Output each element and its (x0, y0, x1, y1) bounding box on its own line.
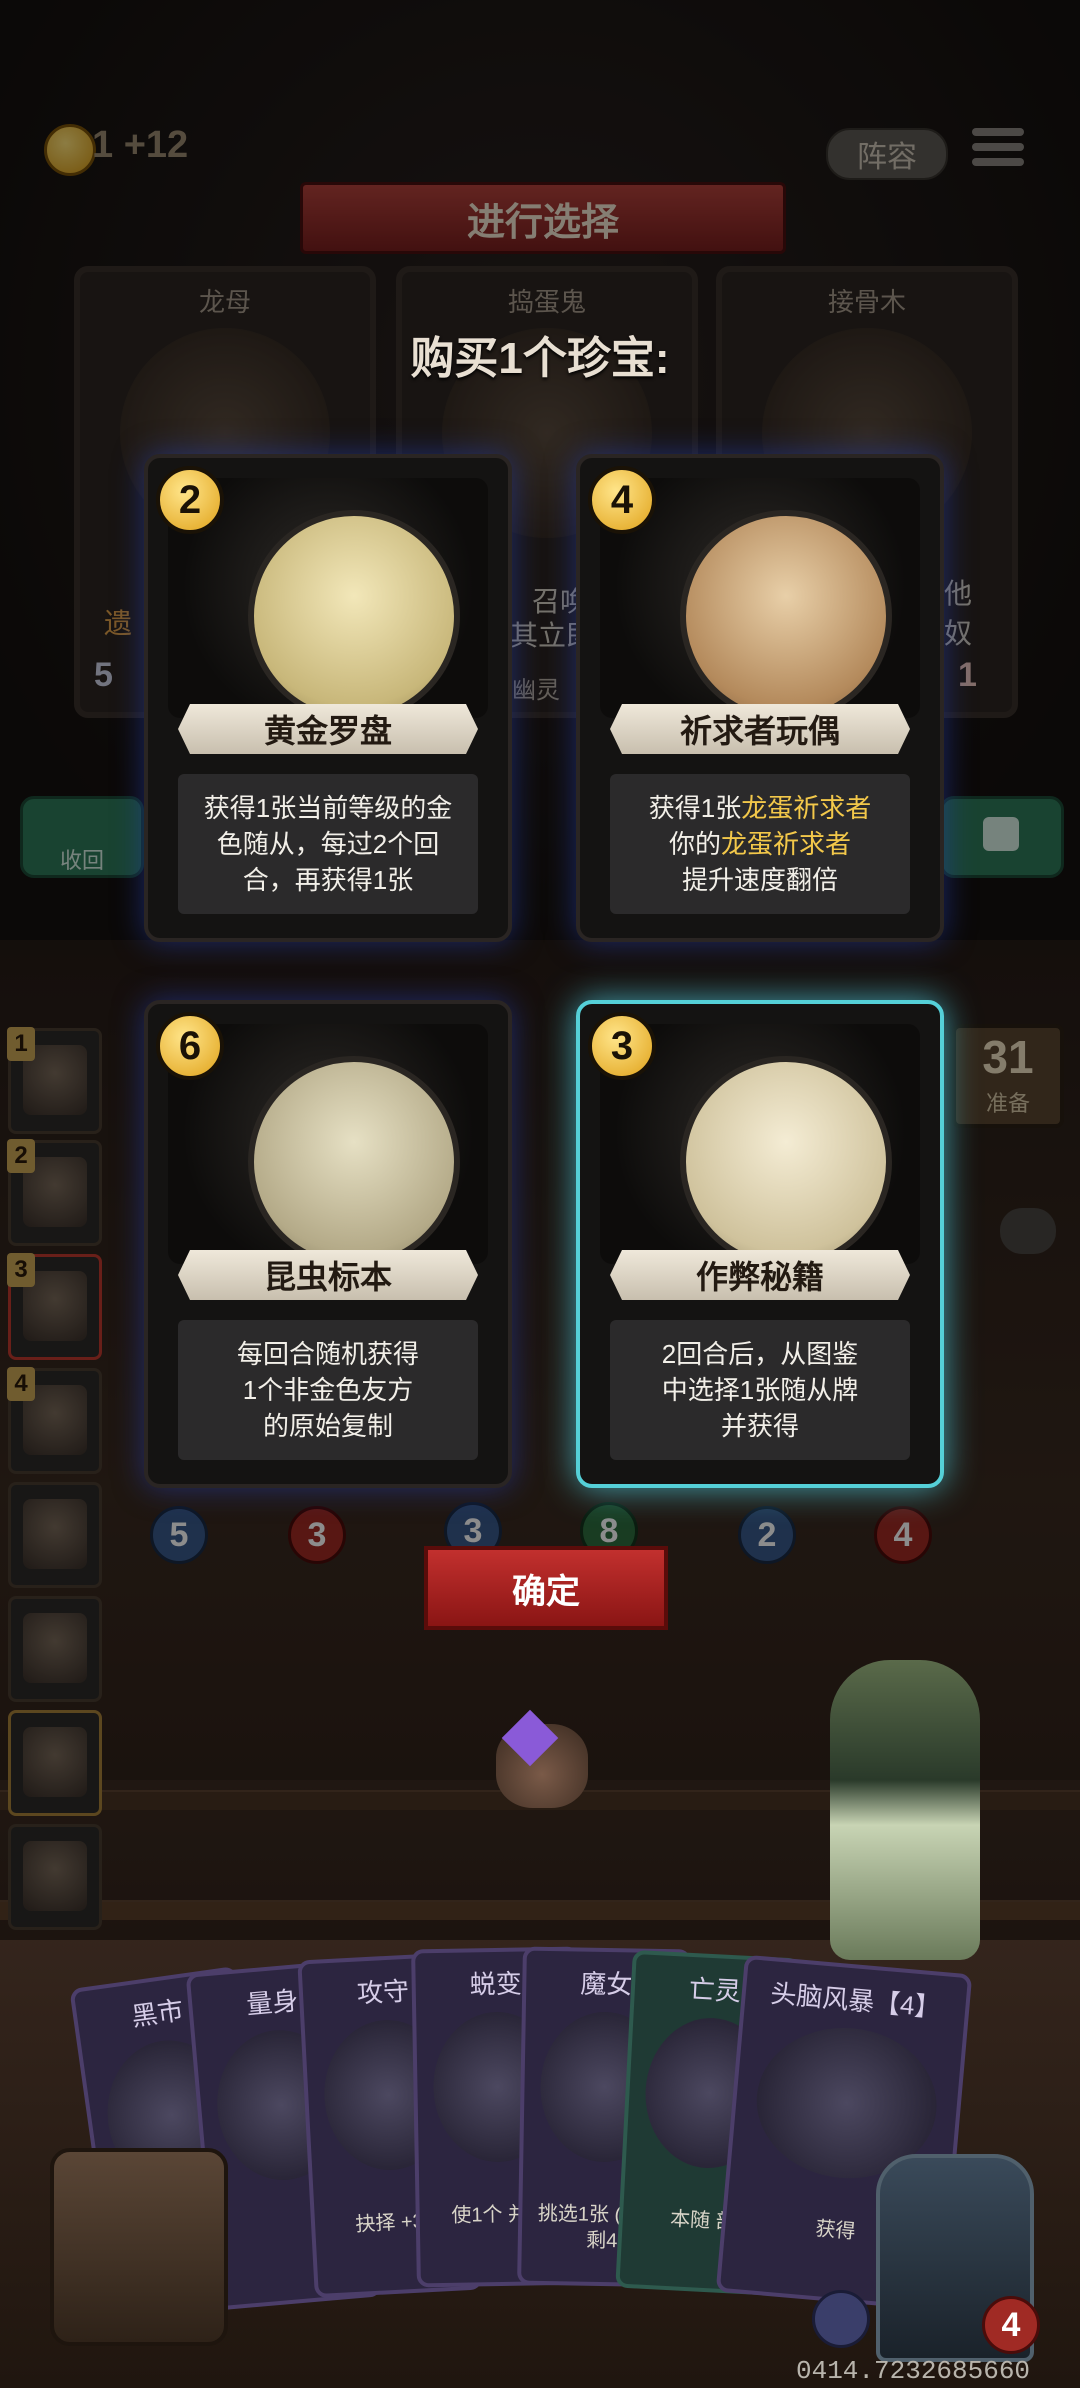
treasure-name: 昆虫标本 (178, 1250, 478, 1300)
compass-icon (248, 510, 460, 722)
desc-line: 提升速度翻倍 (681, 865, 838, 895)
treasure-cabinet-icon[interactable] (50, 2148, 228, 2346)
desc-keyword: 龙蛋祈求者 (741, 793, 872, 823)
treasure-cost: 2 (156, 466, 224, 534)
treasure-cost: 6 (156, 1012, 224, 1080)
treasure-card-insect-specimen[interactable]: 6 昆虫标本 每回合随机获得 1个非金色友方 的原始复制 (144, 1000, 512, 1488)
treasure-name: 作弊秘籍 (610, 1250, 910, 1300)
scroll-icon (680, 1056, 892, 1268)
treasure-card-cheat-book[interactable]: 3 作弊秘籍 2回合后，从图鉴 中选择1张随从牌 并获得 (576, 1000, 944, 1488)
confirm-label: 确定 (512, 1572, 580, 1611)
desc-text: 你的 (668, 829, 721, 859)
treasure-description: 2回合后，从图鉴 中选择1张随从牌 并获得 (610, 1320, 910, 1460)
desc-line: 并获得 (720, 1411, 799, 1441)
desc-line: 2回合后，从图鉴 (661, 1339, 859, 1369)
modal-dim-overlay (0, 0, 1080, 1940)
desc-line: 获得1张龙蛋祈求者 (649, 790, 871, 826)
choice-subtitle: 购买1个珍宝: (410, 334, 670, 383)
desc-line: 获得1张当前等级的金 (203, 793, 453, 823)
treasure-description: 每回合随机获得 1个非金色友方 的原始复制 (178, 1320, 478, 1460)
treasure-description: 获得1张龙蛋祈求者 你的龙蛋祈求者 提升速度翻倍 (610, 774, 910, 914)
desc-line: 每回合随机获得 (236, 1339, 419, 1369)
treasure-card-golden-compass[interactable]: 2 黄金罗盘 获得1张当前等级的金 色随从，每过2个回 合，再获得1张 (144, 454, 512, 942)
heroine-character (830, 1660, 980, 1960)
desc-line: 中选择1张随从牌 (661, 1375, 859, 1405)
treasure-name: 祈求者玩偶 (610, 704, 910, 754)
treasure-cost: 3 (588, 1012, 656, 1080)
treasure-cost: 4 (588, 466, 656, 534)
gem-pouch-icon[interactable] (496, 1709, 588, 1808)
treasure-name: 黄金罗盘 (178, 704, 478, 754)
desc-line: 你的龙蛋祈求者 (669, 826, 851, 862)
armor-shield-icon (812, 2290, 870, 2348)
wooden-doll-icon (680, 510, 892, 722)
desc-text: 获得1张 (648, 793, 742, 823)
treasure-card-invoker-doll[interactable]: 4 祈求者玩偶 获得1张龙蛋祈求者 你的龙蛋祈求者 提升速度翻倍 (576, 454, 944, 942)
desc-line: 的原始复制 (262, 1411, 393, 1441)
desc-line: 合，再获得1张 (242, 865, 414, 895)
treasure-description: 获得1张当前等级的金 色随从，每过2个回 合，再获得1张 (178, 774, 478, 914)
desc-line: 色随从，每过2个回 (216, 829, 440, 859)
bug-jar-icon (248, 1056, 460, 1268)
desc-line: 1个非金色友方 (242, 1375, 414, 1405)
session-id: 0414.7232685660 (796, 2356, 1031, 2386)
hero-health: 4 (982, 2296, 1040, 2354)
confirm-button[interactable]: 确定 (424, 1546, 668, 1630)
desc-keyword: 龙蛋祈求者 (721, 829, 852, 859)
hand-card-name: 头脑风暴【4】 (769, 1978, 942, 2023)
